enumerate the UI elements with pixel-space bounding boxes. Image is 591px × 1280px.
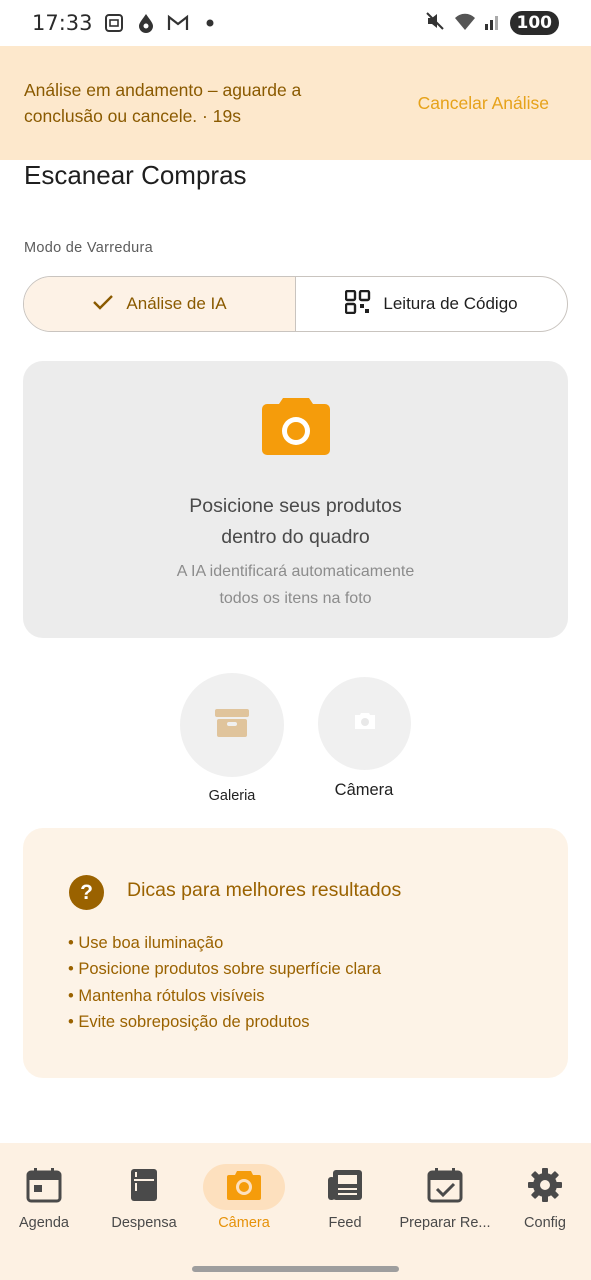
nav-label-agenda: Agenda: [19, 1215, 69, 1231]
status-bar: 17:33 100: [0, 0, 591, 46]
nav-item-preparar-refeicao[interactable]: Preparar Re...: [395, 1143, 495, 1243]
calendar-icon: [26, 1167, 62, 1208]
gallery-button[interactable]: [180, 673, 284, 777]
box-icon: [214, 708, 250, 743]
wifi-icon: [454, 11, 476, 35]
home-indicator[interactable]: [192, 1266, 399, 1272]
bottom-navigation: Agenda Despensa Câmera Feed Preparar Re.…: [0, 1143, 591, 1280]
ai-analysis-option[interactable]: Análise de IA: [24, 277, 296, 331]
nav-item-camera[interactable]: Câmera: [194, 1143, 294, 1243]
barcode-reading-label: Leitura de Código: [383, 294, 518, 313]
camera-label: Câmera: [334, 781, 394, 799]
fridge-icon: [130, 1168, 158, 1207]
preview-title: Posicione seus produtos dentro do quadro: [189, 495, 402, 548]
qr-code-icon: [345, 289, 371, 319]
battery-icon: 100: [509, 11, 559, 35]
tips-card: ? Dicas para melhores resultados • Use b…: [23, 828, 568, 1078]
scan-mode-selector: Análise de IA Leitura de Código: [23, 276, 568, 332]
camera-capture-button[interactable]: [318, 677, 411, 770]
screenshot-icon: [103, 12, 125, 34]
nav-label-camera: Câmera: [218, 1215, 270, 1231]
nav-item-despensa[interactable]: Despensa: [94, 1143, 194, 1243]
calendar-check-icon: [427, 1167, 463, 1208]
nav-item-feed[interactable]: Feed: [295, 1143, 395, 1243]
status-time: 17:33: [32, 11, 93, 35]
barcode-reading-option[interactable]: Leitura de Código: [296, 277, 567, 331]
tip-item: • Evite sobreposição de produtos: [68, 1012, 310, 1031]
camera-icon: [261, 394, 331, 461]
cancel-analysis-button[interactable]: Cancelar Análise: [418, 93, 549, 114]
status-left: 17:33: [32, 11, 221, 35]
tips-list: • Use boa iluminação • Posicione produto…: [68, 930, 381, 1035]
mute-icon: [424, 10, 446, 36]
status-right: 100: [424, 10, 559, 36]
tips-title: Dicas para melhores resultados: [127, 879, 402, 901]
gear-icon: [527, 1167, 563, 1208]
help-icon: ?: [69, 875, 104, 910]
banner-message: Análise em andamento – aguarde a conclus…: [24, 80, 302, 126]
nav-label-preparar: Preparar Re...: [399, 1215, 491, 1231]
analysis-banner: Análise em andamento – aguarde a conclus…: [0, 46, 591, 160]
page-title: Escanear Compras: [24, 160, 247, 190]
newspaper-icon: [327, 1169, 363, 1206]
nav-item-config[interactable]: Config: [495, 1143, 591, 1243]
nav-label-despensa: Despensa: [111, 1215, 177, 1231]
nav-label-config: Config: [524, 1215, 566, 1231]
scan-mode-label: Modo de Varredura: [24, 240, 153, 256]
nav-label-feed: Feed: [328, 1215, 362, 1231]
camera-icon: [226, 1169, 262, 1206]
gallery-label: Galeria: [208, 788, 256, 804]
camera-small-icon: [353, 711, 377, 736]
check-icon: [92, 293, 114, 316]
drop-icon: [135, 12, 157, 34]
signal-icon: [484, 11, 502, 35]
tip-item: • Posicione produtos sobre superfície cl…: [68, 960, 382, 979]
tip-item: • Use boa iluminação: [68, 934, 224, 952]
tip-item: • Mantenha rótulos visíveis: [68, 986, 265, 1005]
camera-preview[interactable]: Posicione seus produtos dentro do quadro…: [23, 361, 568, 638]
dot-icon: [199, 12, 221, 34]
ai-analysis-label: Análise de IA: [126, 294, 227, 313]
gmail-icon: [167, 12, 189, 34]
nav-item-agenda[interactable]: Agenda: [0, 1143, 94, 1243]
preview-subtitle: A IA identificará automaticamente todos …: [176, 563, 415, 607]
